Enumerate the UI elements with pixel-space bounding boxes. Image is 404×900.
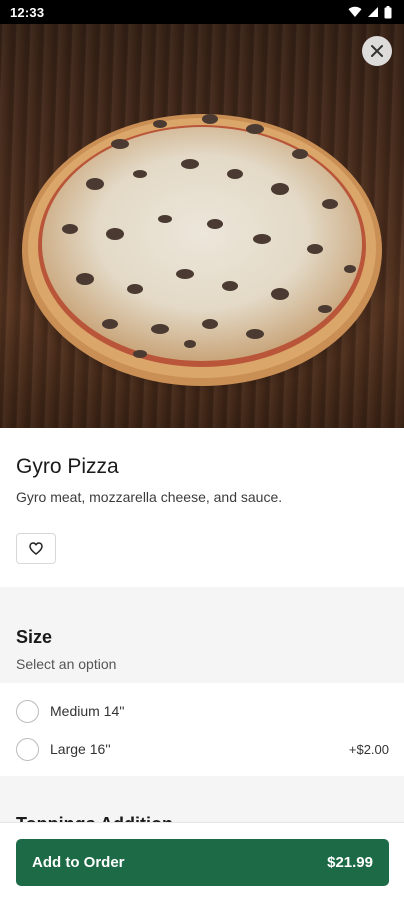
status-time: 12:33 — [10, 4, 45, 20]
size-option-large[interactable]: Large 16'' +$2.00 — [0, 730, 404, 768]
bottom-bar: Add to Order $21.99 — [0, 822, 404, 900]
heart-icon — [29, 542, 43, 555]
favorite-button[interactable] — [16, 533, 56, 564]
status-bar: 12:33 — [0, 0, 404, 24]
size-section-header: Size Select an option — [0, 587, 404, 683]
option-label: Large 16'' — [50, 741, 111, 757]
add-to-order-label: Add to Order — [32, 854, 125, 871]
item-description: Gyro meat, mozzarella cheese, and sauce. — [16, 489, 283, 505]
option-label: Medium 14'' — [50, 703, 125, 719]
option-price: +$2.00 — [348, 741, 389, 757]
battery-icon — [384, 5, 392, 18]
order-total-price: $21.99 — [327, 854, 373, 871]
radio-button[interactable] — [16, 737, 39, 761]
add-to-order-button[interactable]: Add to Order $21.99 — [16, 839, 389, 886]
radio-button[interactable] — [16, 699, 39, 723]
wifi-icon — [348, 6, 362, 18]
item-photo — [0, 24, 404, 428]
status-icons — [348, 5, 392, 19]
size-subtitle: Select an option — [16, 656, 117, 672]
close-button[interactable] — [362, 36, 392, 66]
signal-icon — [368, 7, 378, 17]
size-option-medium[interactable]: Medium 14'' — [0, 692, 404, 730]
size-options: Medium 14'' Large 16'' +$2.00 — [0, 683, 404, 768]
size-title: Size — [16, 627, 53, 647]
close-icon — [371, 45, 383, 57]
item-title: Gyro Pizza — [16, 455, 119, 478]
pizza-illustration — [12, 114, 396, 394]
